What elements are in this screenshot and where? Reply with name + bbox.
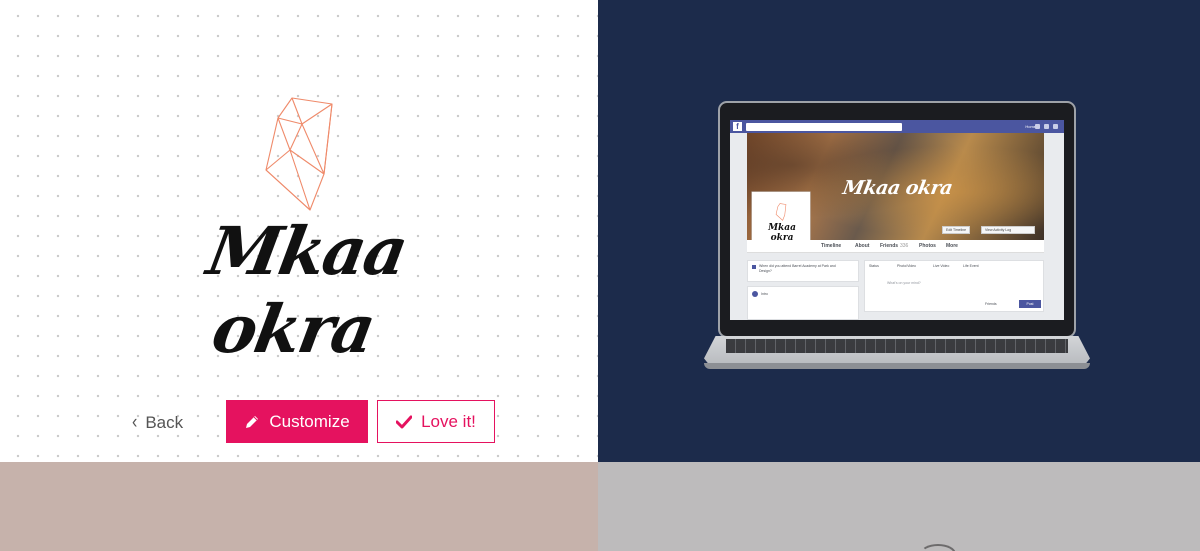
next-preview-tile-left	[0, 462, 598, 551]
geometric-gem-icon	[265, 97, 333, 211]
back-label: Back	[145, 413, 184, 432]
tab-photos: Photos	[919, 243, 936, 249]
facebook-icon: f	[733, 122, 742, 131]
post-button: Post	[1019, 300, 1041, 308]
life-event-tab: Life Event	[963, 264, 979, 268]
laptop-mockup: f Home Mkaa okra Edit Timeline View Acti…	[704, 101, 1090, 371]
laptop-lid: f Home Mkaa okra Edit Timeline View Acti…	[718, 101, 1076, 338]
facebook-intro-card: Intro	[747, 286, 859, 320]
live-video-tab: Live Video	[933, 264, 950, 268]
intro-label: Intro	[761, 292, 769, 296]
laptop-front-edge	[704, 363, 1090, 369]
customize-label: Customize	[269, 411, 350, 431]
facebook-notification-icons	[1035, 124, 1058, 129]
customize-button[interactable]: Customize	[226, 400, 368, 443]
question-icon	[752, 265, 756, 269]
audience-label: Friends	[985, 302, 997, 306]
facebook-search-field	[746, 122, 902, 131]
view-activity-log-button: View Activity Log	[981, 226, 1035, 234]
facebook-status-composer: Status Photo/Video Live Video Life Event…	[864, 260, 1044, 312]
chevron-left-icon: ‹	[132, 412, 138, 433]
tab-more: More	[946, 243, 958, 249]
pencil-icon	[246, 415, 259, 428]
intro-icon	[752, 291, 758, 297]
tab-friends: Friends	[880, 243, 899, 249]
question-text: When did you attend Barrel Academy at Pa…	[759, 264, 836, 273]
friends-count: 336	[900, 243, 909, 249]
status-placeholder: What's on your mind?	[887, 281, 921, 285]
back-link[interactable]: ‹ Back	[132, 412, 183, 434]
messages-icon	[1044, 124, 1049, 129]
cover-title: Mkaa okra	[841, 177, 955, 199]
tab-about: About	[855, 243, 870, 249]
profile-gem-icon	[775, 203, 787, 221]
mockup-panel: f Home Mkaa okra Edit Timeline View Acti…	[598, 0, 1200, 462]
facebook-profile-tabs: Timeline About Friends 336 Photos More	[747, 240, 1044, 253]
logo-wordmark: Mkaa okra	[201, 212, 412, 368]
facebook-top-bar: f Home	[730, 120, 1064, 133]
laptop-screen: f Home Mkaa okra Edit Timeline View Acti…	[730, 120, 1064, 320]
next-preview-tile-right	[598, 462, 1200, 551]
globe-icon	[1053, 124, 1058, 129]
photo-video-tab: Photo/Video	[897, 264, 917, 268]
checkmark-icon	[396, 415, 413, 428]
tab-timeline: Timeline	[821, 243, 842, 249]
friends-icon	[1035, 124, 1040, 129]
edit-timeline-button: Edit Timeline	[942, 226, 971, 234]
love-it-button[interactable]: Love it!	[377, 400, 495, 443]
laptop-keyboard	[726, 339, 1068, 353]
facebook-question-card: When did you attend Barrel Academy at Pa…	[747, 260, 859, 282]
status-tab: Status	[869, 264, 879, 268]
partial-mockup-shape	[920, 544, 956, 551]
logo-preview-panel: Mkaa okra ‹ Back Customize Love it!	[0, 0, 598, 462]
love-it-label: Love it!	[421, 411, 476, 431]
